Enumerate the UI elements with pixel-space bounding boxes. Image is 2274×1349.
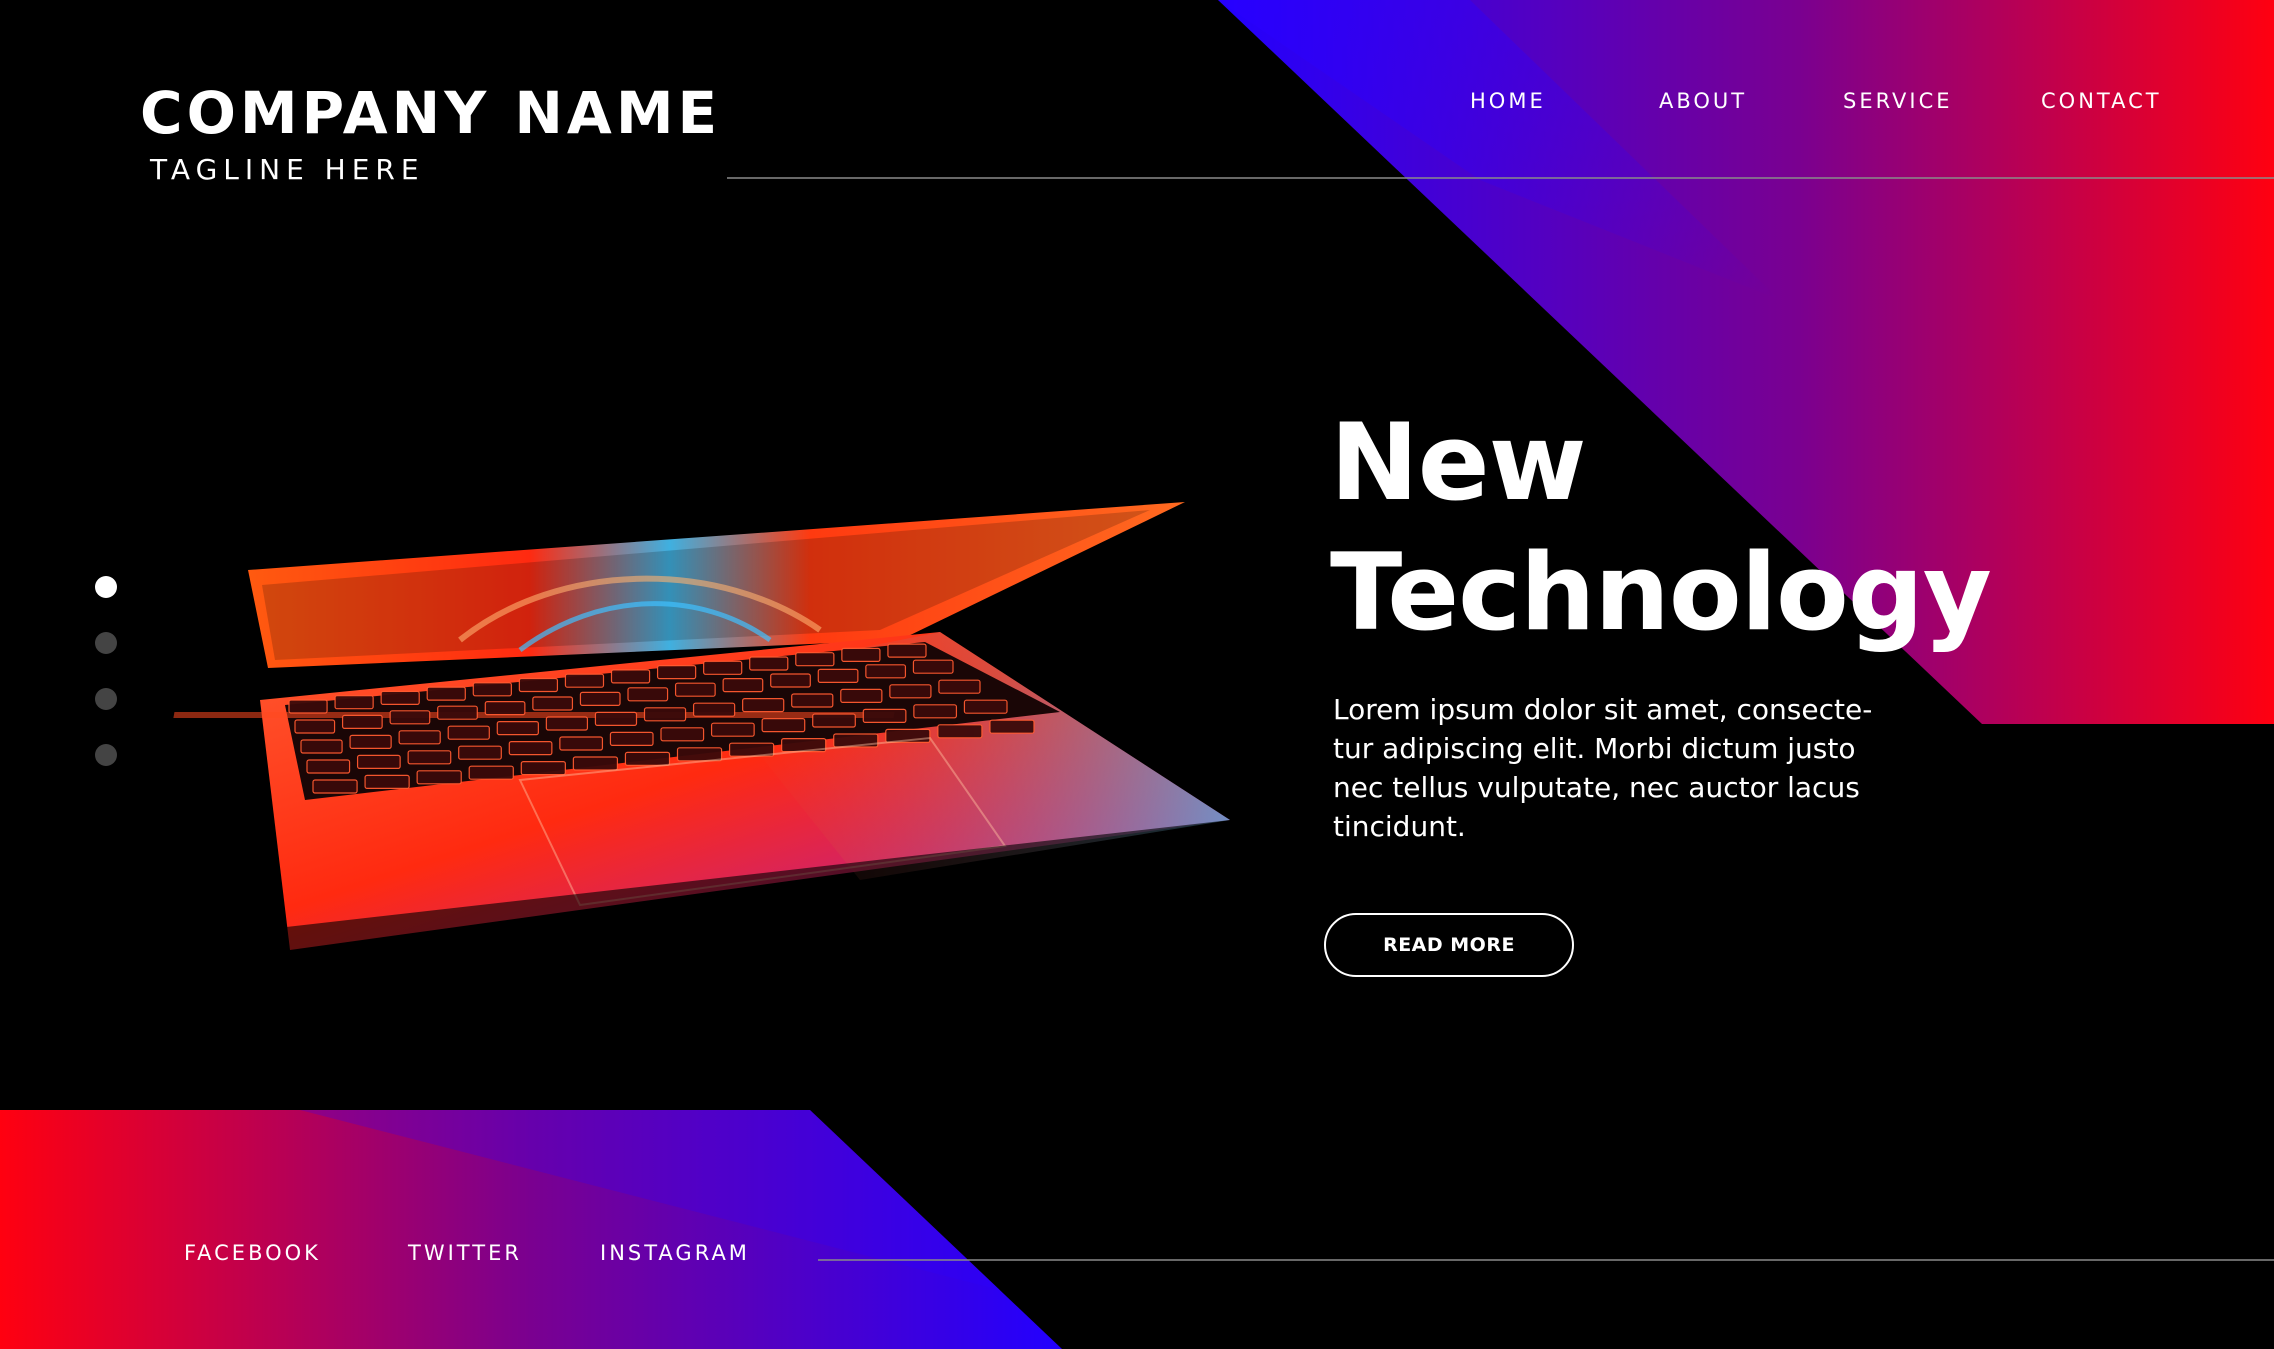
- keyboard-key: [349, 734, 392, 750]
- keyboard-key: [817, 668, 859, 684]
- keyboard-key: [579, 691, 621, 707]
- keyboard-key: [559, 736, 604, 751]
- company-name: COMPANY NAME: [140, 79, 722, 147]
- keyboard-key: [742, 697, 785, 713]
- keyboard-key: [518, 677, 559, 693]
- keyboard-key: [624, 751, 671, 767]
- keyboard-key: [341, 714, 383, 730]
- keyboard-key: [484, 700, 526, 716]
- slider-dot-1[interactable]: [95, 576, 117, 598]
- keyboard-key: [398, 730, 441, 745]
- keyboard-key: [468, 765, 514, 780]
- nav-contact[interactable]: CONTACT: [2041, 86, 2162, 116]
- keyboard-key: [692, 702, 736, 717]
- keyboard-key: [703, 660, 743, 675]
- keyboard-key: [795, 652, 835, 667]
- keyboard-key: [364, 774, 410, 790]
- keyboard-key: [458, 745, 502, 760]
- nav-about[interactable]: ABOUT: [1659, 86, 1747, 116]
- keyboard-key: [913, 704, 958, 719]
- keyboard-key: [356, 754, 401, 770]
- keyboard-key: [676, 747, 723, 762]
- hero-title: New Technology: [1330, 398, 1992, 658]
- keyboard-key: [572, 756, 619, 771]
- keyboard-key: [389, 710, 431, 725]
- keyboard-key: [294, 719, 336, 734]
- keyboard-key: [532, 696, 574, 711]
- keyboard-key: [770, 673, 811, 688]
- keyboard-key: [437, 705, 478, 720]
- keyboard-key: [407, 750, 452, 765]
- keyboard-key: [791, 693, 834, 708]
- keyboard-key: [761, 717, 806, 733]
- keyboard-key: [749, 656, 789, 671]
- background-graphics: [0, 0, 2274, 1349]
- keyboard-key: [520, 760, 566, 776]
- social-instagram[interactable]: INSTAGRAM: [600, 1238, 750, 1268]
- keyboard-key: [840, 688, 883, 704]
- hero-description-line: Lorem ipsum dolor sit amet, consecte-: [1333, 693, 1873, 726]
- keyboard-key: [416, 770, 462, 785]
- keyboard-key: [841, 647, 881, 663]
- keyboard-key: [643, 707, 687, 722]
- keyboard-key: [496, 720, 539, 736]
- keyboard-key: [710, 722, 755, 737]
- keyboard-key: [865, 664, 907, 679]
- keyboard-key: [609, 731, 654, 747]
- keyboard-key: [300, 739, 343, 754]
- keyboard-key: [426, 686, 466, 701]
- hero-description-line: tincidunt.: [1333, 810, 1466, 843]
- keyboard-key: [938, 679, 981, 694]
- keyboard-key: [545, 716, 589, 731]
- keyboard-key: [334, 695, 374, 710]
- keyboard-key: [508, 740, 553, 756]
- social-twitter[interactable]: TWITTER: [408, 1238, 522, 1268]
- hero-title-line-2: Technology: [1330, 531, 1992, 654]
- keyboard-key: [610, 669, 651, 684]
- keyboard-key: [306, 759, 351, 774]
- keyboard-key: [564, 673, 605, 688]
- keyboard-key: [447, 725, 490, 740]
- hero-description-line: tur adipiscing elit. Morbi dictum justo: [1333, 732, 1856, 765]
- hero-title-line-1: New: [1330, 401, 1587, 524]
- read-more-button[interactable]: READ MORE: [1324, 913, 1574, 977]
- slider-dot-2[interactable]: [95, 632, 117, 654]
- keyboard-key: [312, 779, 358, 794]
- keyboard-key: [722, 677, 764, 693]
- nav-service[interactable]: SERVICE: [1843, 86, 1953, 116]
- keyboard-key: [812, 713, 856, 728]
- keyboard-key: [963, 699, 1008, 714]
- nav-home[interactable]: HOME: [1470, 86, 1546, 116]
- keyboard-key: [889, 684, 932, 699]
- keyboard-key: [674, 682, 716, 697]
- keyboard-key: [656, 664, 697, 680]
- keyboard-key: [887, 643, 927, 658]
- keyboard-key: [627, 687, 669, 702]
- keyboard-key: [594, 711, 638, 727]
- slider-dot-3[interactable]: [95, 688, 117, 710]
- keyboard-key: [660, 727, 705, 742]
- keyboard-key: [912, 659, 954, 674]
- keyboard-key: [989, 719, 1035, 734]
- tagline: TAGLINE HERE: [150, 153, 425, 186]
- hero-description: Lorem ipsum dolor sit amet, consecte- tu…: [1333, 690, 1893, 846]
- keyboard-key: [862, 708, 907, 724]
- hero-description-line: nec tellus vulputate, nec auctor lacus: [1333, 771, 1860, 804]
- slider-dot-4[interactable]: [95, 744, 117, 766]
- keyboard-key: [380, 690, 420, 706]
- keyboard-key: [937, 724, 983, 739]
- keyboard-key: [288, 699, 328, 714]
- laptop-image: [173, 502, 1270, 955]
- social-facebook[interactable]: FACEBOOK: [184, 1238, 321, 1268]
- keyboard-key: [472, 682, 512, 697]
